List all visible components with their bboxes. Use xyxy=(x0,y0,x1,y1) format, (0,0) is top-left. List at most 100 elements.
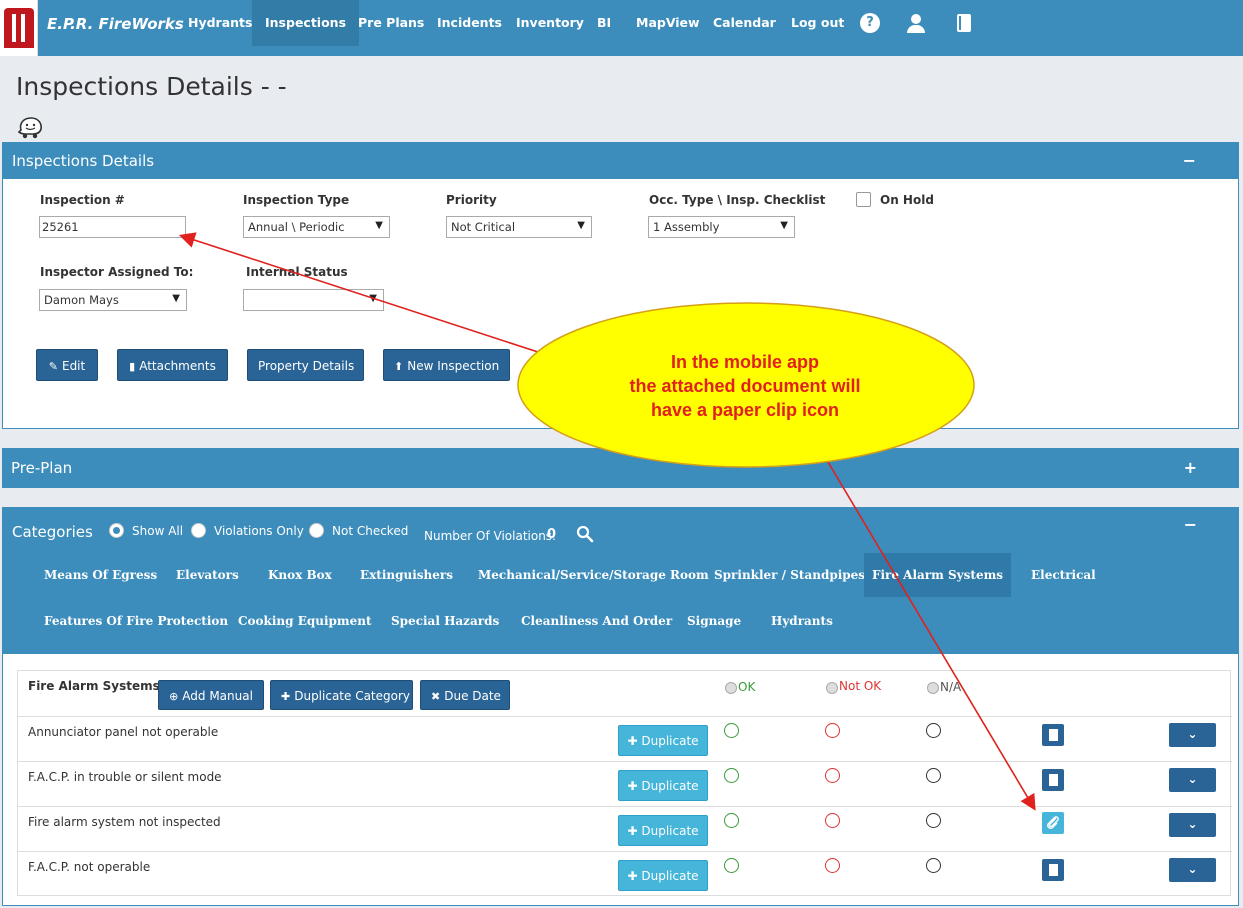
paperclip-icon[interactable] xyxy=(1042,812,1064,834)
pre-plan-panel: Pre-Plan + xyxy=(2,448,1239,488)
tab-mechanical-service-storage-room[interactable]: Mechanical/Service/Storage Room xyxy=(460,553,727,597)
top-navbar: E.P.R. FireWorks Hydrants Inspections Pr… xyxy=(0,0,1243,56)
ok-radio[interactable] xyxy=(724,813,739,828)
chevron-down-icon[interactable]: ⌄ xyxy=(1169,813,1216,837)
tab-electrical[interactable]: Electrical xyxy=(1013,553,1114,597)
new-inspection-button[interactable]: ⬆ New Inspection xyxy=(383,349,510,381)
search-icon[interactable] xyxy=(576,525,594,543)
tab-hydrants[interactable]: Hydrants xyxy=(753,599,851,643)
tab-signage[interactable]: Signage xyxy=(669,599,759,643)
inspector-value: Damon Mays xyxy=(44,293,119,307)
not-ok-radio[interactable] xyxy=(825,768,840,783)
tab-extinguishers[interactable]: Extinguishers xyxy=(342,553,471,597)
duplicate-button[interactable]: ✚ Duplicate xyxy=(618,725,708,756)
chevron-down-icon[interactable]: ⌄ xyxy=(1169,858,1216,882)
tab-special-hazards[interactable]: Special Hazards xyxy=(373,599,517,643)
nav-log-out[interactable]: Log out xyxy=(778,0,857,46)
nav-calendar[interactable]: Calendar xyxy=(700,0,789,46)
due-date-button[interactable]: ✖ Due Date xyxy=(420,680,510,710)
on-hold-checkbox[interactable] xyxy=(856,192,871,207)
not-ok-radio[interactable] xyxy=(825,858,840,873)
show-all-radio[interactable] xyxy=(109,523,124,538)
dropdown-arrow-icon: ▼ xyxy=(375,220,383,231)
document-icon[interactable] xyxy=(1042,769,1064,791)
attachments-button[interactable]: ▮ Attachments xyxy=(117,349,228,381)
duplicate-button-label: Duplicate xyxy=(641,779,699,793)
collapse-icon[interactable]: − xyxy=(1184,515,1197,534)
ok-column-header: OK xyxy=(738,680,756,694)
na-radio[interactable] xyxy=(926,768,941,783)
priority-label: Priority xyxy=(446,193,497,207)
inspector-select[interactable]: Damon Mays ▼ xyxy=(39,289,187,311)
duplicate-button[interactable]: ✚ Duplicate xyxy=(618,770,708,801)
expand-icon[interactable]: + xyxy=(1184,448,1197,488)
ok-radio[interactable] xyxy=(724,723,739,738)
inspection-details-header[interactable]: Inspections Details − xyxy=(3,143,1238,179)
inspection-number-input[interactable]: 25261 xyxy=(39,216,186,238)
waze-icon[interactable] xyxy=(16,115,44,139)
duplicate-button[interactable]: ✚ Duplicate xyxy=(618,815,708,846)
ok-radio[interactable] xyxy=(724,858,739,873)
not-checked-label[interactable]: Not Checked xyxy=(332,524,408,538)
duplicate-category-button[interactable]: ✚ Duplicate Category xyxy=(270,680,413,710)
violations-count: 0 xyxy=(547,527,557,542)
violations-only-radio[interactable] xyxy=(191,523,206,538)
not-checked-radio[interactable] xyxy=(309,523,324,538)
inspection-number-label: Inspection # xyxy=(40,193,125,207)
tab-features-of-fire-protection[interactable]: Features Of Fire Protection xyxy=(26,599,246,643)
tab-means-of-egress[interactable]: Means Of Egress xyxy=(26,553,175,597)
duplicate-button-label: Duplicate xyxy=(641,734,699,748)
duplicate-button[interactable]: ✚ Duplicate xyxy=(618,860,708,891)
property-details-button[interactable]: Property Details xyxy=(247,349,364,381)
callout-text: In the mobile app the attached document … xyxy=(560,350,930,422)
edit-button-label: Edit xyxy=(61,359,86,373)
violations-only-label[interactable]: Violations Only xyxy=(214,524,304,538)
na-radio[interactable] xyxy=(926,723,941,738)
pre-plan-header[interactable]: Pre-Plan + xyxy=(2,448,1239,488)
ok-radio[interactable] xyxy=(724,768,739,783)
occ-type-select[interactable]: 1 Assembly ▼ xyxy=(648,216,795,238)
tab-cooking-equipment[interactable]: Cooking Equipment xyxy=(220,599,390,643)
internal-status-select[interactable]: ▼ xyxy=(243,289,384,311)
table-row: F.A.C.P. in trouble or silent mode ✚ Dup… xyxy=(18,761,1232,806)
chevron-down-icon[interactable]: ⌄ xyxy=(1169,723,1216,747)
inspection-details-title: Inspections Details xyxy=(12,152,155,170)
help-icon[interactable]: ? xyxy=(860,13,880,33)
not-ok-radio[interactable] xyxy=(825,813,840,828)
priority-select[interactable]: Not Critical ▼ xyxy=(446,216,592,238)
categories-title: Categories xyxy=(12,523,93,541)
document-icon[interactable] xyxy=(1042,724,1064,746)
nav-incidents[interactable]: Incidents xyxy=(424,0,515,46)
tab-knox-box[interactable]: Knox Box xyxy=(250,553,350,597)
tab-fire-alarm-systems[interactable]: Fire Alarm Systems xyxy=(864,553,1011,597)
show-all-label[interactable]: Show All xyxy=(132,524,183,538)
table-row: Fire alarm system not inspected ✚ Duplic… xyxy=(18,806,1232,851)
app-logo[interactable] xyxy=(0,0,38,56)
section-title: Fire Alarm Systems xyxy=(28,679,160,693)
checklist-table: Fire Alarm Systems ⊕ Add Manual ✚ Duplicat… xyxy=(17,670,1232,896)
violations-label: Number Of Violations: xyxy=(424,529,557,543)
on-hold-label: On Hold xyxy=(880,193,934,207)
edit-button[interactable]: ✎ Edit xyxy=(36,349,98,381)
nav-inspections[interactable]: Inspections xyxy=(252,0,360,46)
chevron-down-icon[interactable]: ⌄ xyxy=(1169,768,1216,792)
collapse-icon[interactable]: − xyxy=(1183,143,1196,179)
tab-sprinkler-standpipes[interactable]: Sprinkler / Standpipes xyxy=(696,553,883,597)
duplicate-button-label: Duplicate xyxy=(641,824,699,838)
duplicate-category-button-label: Duplicate Category xyxy=(294,689,411,703)
nav-bi[interactable]: BI xyxy=(584,0,624,46)
na-radio[interactable] xyxy=(926,858,941,873)
na-column-header: N/A xyxy=(940,680,962,694)
inspection-type-select[interactable]: Annual \ Periodic ▼ xyxy=(243,216,390,238)
na-radio[interactable] xyxy=(926,813,941,828)
tab-cleanliness-and-order[interactable]: Cleanliness And Order xyxy=(503,599,690,643)
nav-inventory[interactable]: Inventory xyxy=(503,0,597,46)
document-icon[interactable] xyxy=(1042,859,1064,881)
book-icon[interactable] xyxy=(954,13,974,33)
user-icon[interactable] xyxy=(906,13,926,33)
not-ok-radio[interactable] xyxy=(825,723,840,738)
add-manual-button[interactable]: ⊕ Add Manual xyxy=(158,680,264,710)
tab-elevators[interactable]: Elevators xyxy=(158,553,257,597)
inspector-label: Inspector Assigned To: xyxy=(40,265,194,279)
brand-name[interactable]: E.P.R. FireWorks xyxy=(47,15,184,33)
